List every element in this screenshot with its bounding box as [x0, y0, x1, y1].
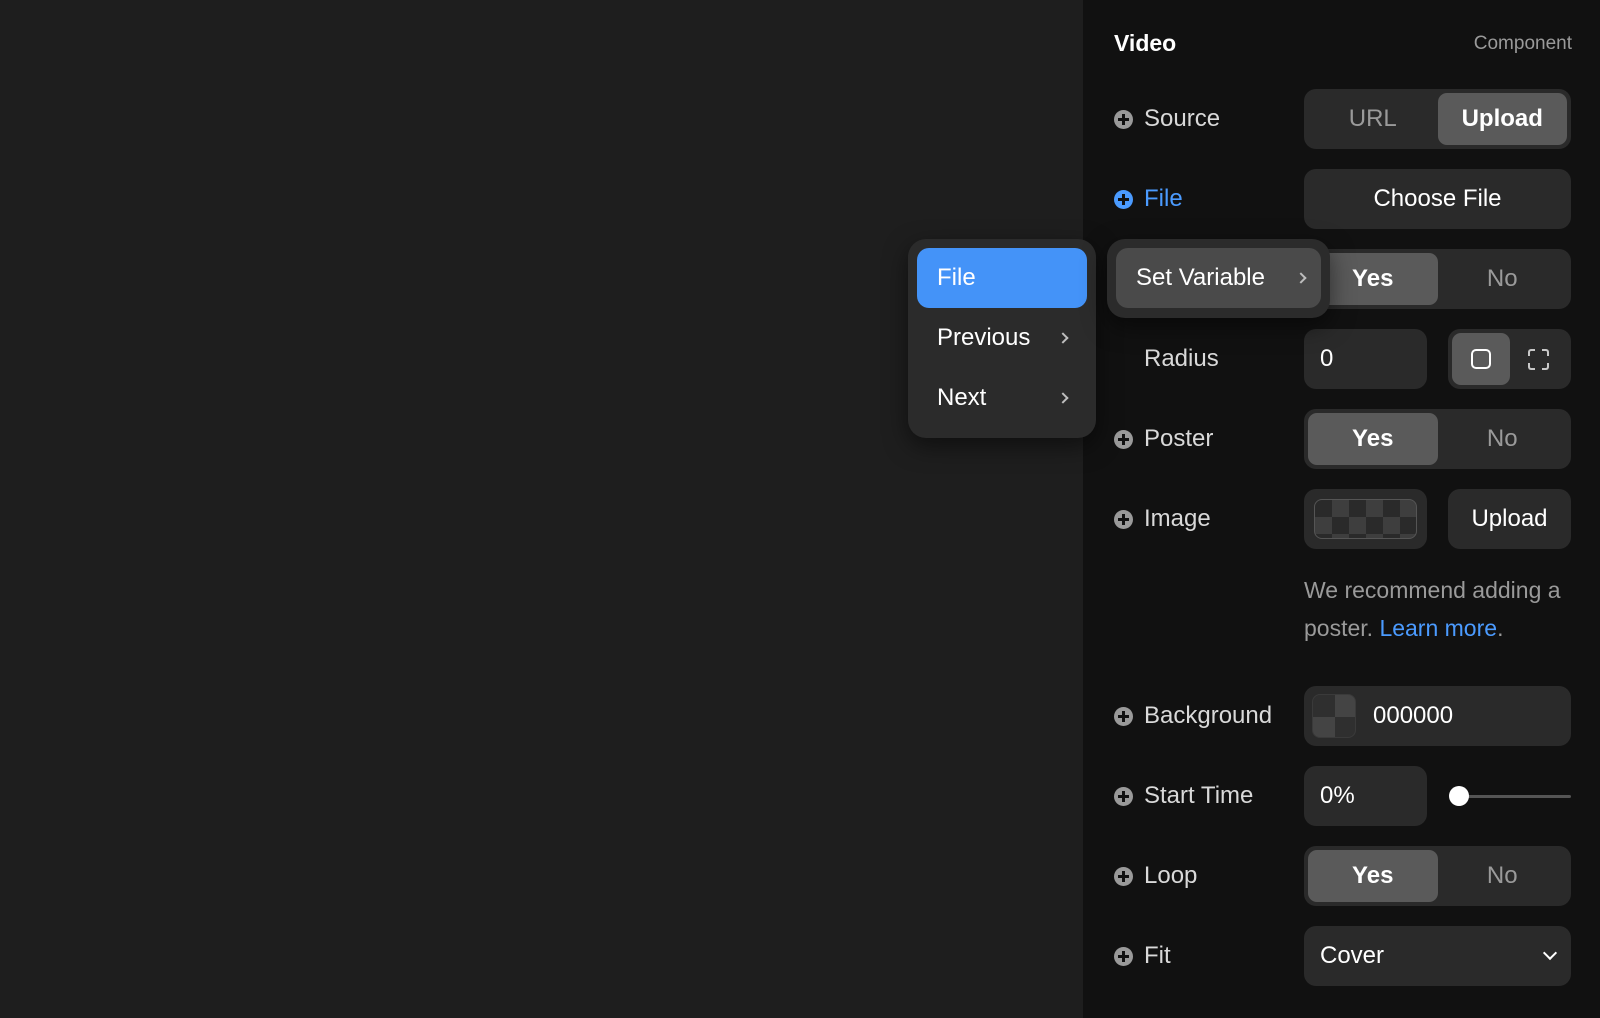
- plus-circle-icon[interactable]: [1114, 429, 1133, 449]
- file-label[interactable]: File: [1114, 169, 1183, 229]
- poster-no-option[interactable]: No: [1438, 413, 1568, 465]
- poster-hint: We recommend adding a poster. Learn more…: [1304, 577, 1561, 641]
- poster-segmented-control: Yes No: [1304, 409, 1571, 469]
- image-preview[interactable]: [1304, 489, 1427, 549]
- background-row: Background 000000: [1083, 686, 1600, 746]
- start-time-slider-thumb[interactable]: [1449, 786, 1469, 806]
- panel-subtitle: Component: [1473, 33, 1572, 54]
- radius-individual-corners-button[interactable]: [1510, 333, 1568, 385]
- color-swatch[interactable]: [1312, 694, 1356, 738]
- poster-row: Poster Yes No: [1083, 409, 1600, 469]
- image-label[interactable]: Image: [1114, 489, 1211, 549]
- source-segmented-control: URL Upload: [1304, 89, 1571, 149]
- fit-row: Fit Cover: [1083, 926, 1600, 986]
- plus-circle-icon[interactable]: [1114, 509, 1133, 529]
- menu-item-file[interactable]: File: [917, 248, 1087, 308]
- start-time-label[interactable]: Start Time: [1114, 766, 1253, 826]
- radius-row: Radius 0: [1083, 329, 1600, 389]
- chevron-right-icon: [1057, 332, 1069, 344]
- source-label[interactable]: Source: [1114, 89, 1220, 149]
- learn-more-link[interactable]: Learn more: [1379, 615, 1497, 641]
- loop-yes-option[interactable]: Yes: [1308, 850, 1438, 902]
- source-upload-option[interactable]: Upload: [1437, 93, 1567, 145]
- loop-segmented-control: Yes No: [1304, 846, 1571, 906]
- fit-dropdown[interactable]: Cover: [1304, 926, 1571, 986]
- canvas[interactable]: [0, 0, 1083, 1018]
- source-url-option[interactable]: URL: [1308, 93, 1438, 145]
- context-submenu: Set Variable: [1107, 239, 1330, 318]
- fit-label[interactable]: Fit: [1114, 926, 1171, 986]
- radius-mode-control: [1448, 329, 1571, 389]
- panel-title: Video: [1114, 30, 1177, 56]
- background-color-value: 000000: [1373, 702, 1454, 729]
- loop-label[interactable]: Loop: [1114, 846, 1197, 906]
- image-row: Image Upload: [1083, 489, 1600, 549]
- start-time-slider-track[interactable]: [1458, 795, 1571, 798]
- background-label[interactable]: Background: [1114, 686, 1272, 746]
- background-color-input[interactable]: 000000: [1304, 686, 1571, 746]
- submenu-item-set-variable[interactable]: Set Variable: [1116, 248, 1321, 308]
- poster-label[interactable]: Poster: [1114, 409, 1213, 469]
- source-row: Source URL Upload: [1083, 89, 1600, 149]
- expand-icon: [1527, 348, 1549, 370]
- chevron-right-icon: [1057, 392, 1069, 404]
- image-placeholder: [1314, 499, 1417, 539]
- fit-value: Cover: [1320, 942, 1385, 969]
- chevron-down-icon: [1542, 945, 1558, 961]
- radius-input[interactable]: 0: [1304, 329, 1427, 389]
- plus-circle-icon[interactable]: [1114, 189, 1133, 209]
- poster-yes-option[interactable]: Yes: [1308, 413, 1438, 465]
- loop-row: Loop Yes No: [1083, 846, 1600, 906]
- context-menu: File Previous Next: [908, 239, 1096, 438]
- plus-circle-icon[interactable]: [1114, 866, 1133, 886]
- start-time-input[interactable]: 0%: [1304, 766, 1427, 826]
- square-icon: [1470, 349, 1491, 369]
- toggle-segmented-control: Yes No: [1304, 249, 1571, 309]
- file-row: File Choose File: [1083, 169, 1600, 229]
- toggle-no-option[interactable]: No: [1438, 253, 1568, 305]
- loop-no-option[interactable]: No: [1438, 850, 1568, 902]
- radius-all-corners-button[interactable]: [1452, 333, 1510, 385]
- properties-panel: Video Component Source URL Upload File C…: [1083, 0, 1600, 1018]
- menu-item-next[interactable]: Next: [917, 368, 1087, 428]
- radius-label: Radius: [1144, 345, 1219, 372]
- plus-circle-icon[interactable]: [1114, 786, 1133, 806]
- start-time-row: Start Time 0%: [1083, 766, 1600, 826]
- plus-circle-icon[interactable]: [1114, 946, 1133, 966]
- chevron-right-icon: [1295, 272, 1307, 284]
- plus-circle-icon[interactable]: [1114, 706, 1133, 726]
- choose-file-button[interactable]: Choose File: [1304, 169, 1571, 229]
- plus-circle-icon[interactable]: [1114, 109, 1133, 129]
- image-upload-button[interactable]: Upload: [1448, 489, 1571, 549]
- menu-item-previous[interactable]: Previous: [917, 308, 1087, 368]
